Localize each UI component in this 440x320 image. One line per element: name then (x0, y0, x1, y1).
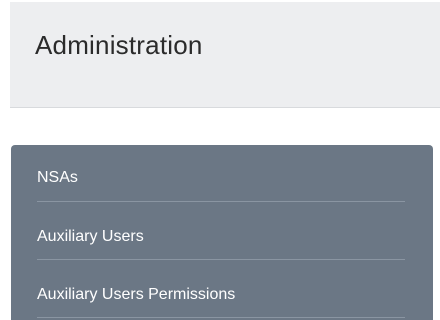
page-title: Administration (35, 30, 203, 60)
admin-menu: NSAs Auxiliary Users Auxiliary Users Per… (11, 145, 433, 320)
menu-item-auxiliary-users[interactable]: Auxiliary Users (37, 202, 405, 260)
menu-item-auxiliary-users-permissions[interactable]: Auxiliary Users Permissions (37, 260, 405, 318)
page: Administration NSAs Auxiliary Users Auxi… (0, 0, 440, 320)
header-panel: Administration (10, 2, 440, 108)
menu-item-nsas[interactable]: NSAs (37, 145, 405, 202)
